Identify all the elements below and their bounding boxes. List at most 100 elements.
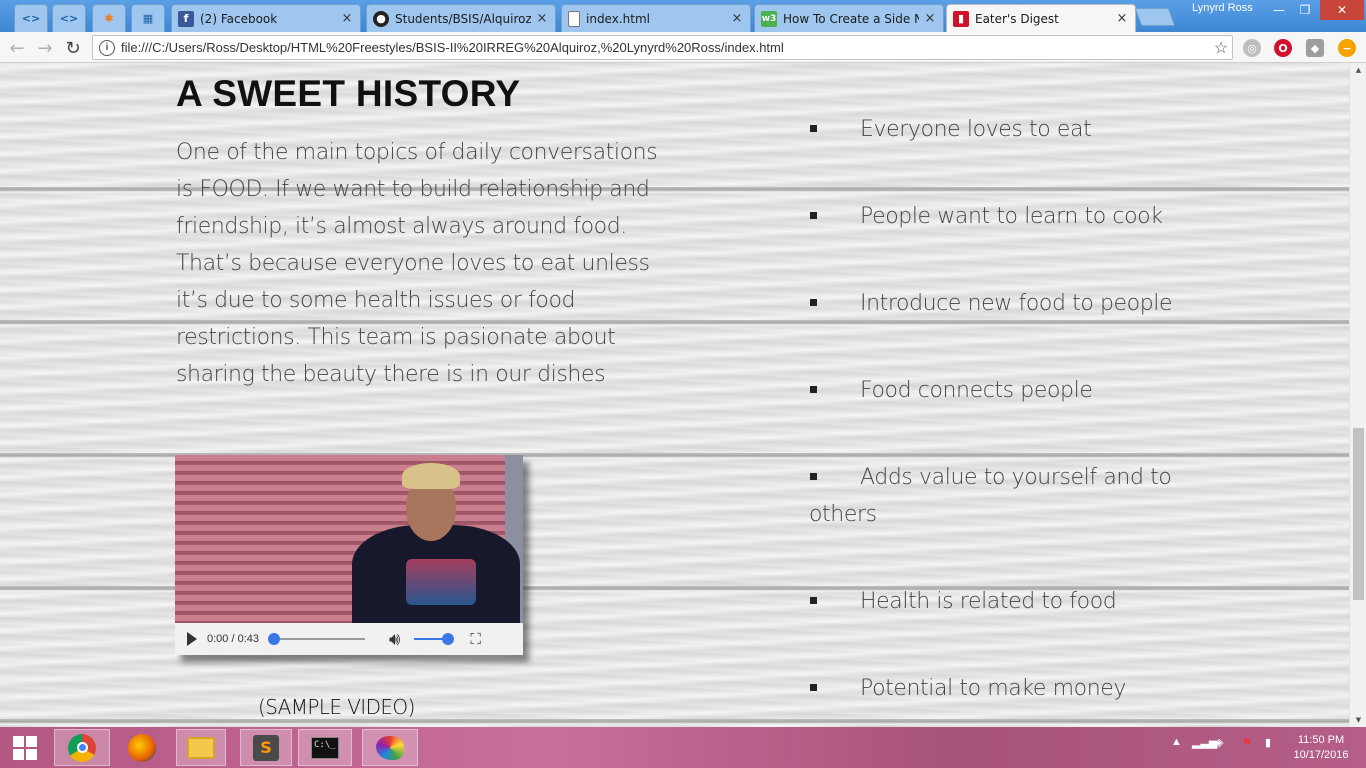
taskbar-firefox[interactable] — [120, 729, 164, 766]
grid-icon: ▦ — [142, 12, 154, 25]
scroll-up-icon[interactable]: ▲ — [1350, 63, 1366, 77]
extension-box-icon[interactable]: ◆ — [1306, 39, 1324, 57]
tab-close-icon[interactable]: × — [1115, 11, 1129, 26]
play-icon[interactable] — [187, 632, 197, 646]
list-item-text: Food connects people — [860, 378, 1093, 403]
video-person-shirt-print — [406, 559, 476, 605]
bullet-icon — [810, 298, 817, 306]
list-item-text: Everyone loves to eat — [860, 117, 1092, 142]
section-heading: A SWEET HISTORY — [176, 73, 521, 114]
video-frame[interactable] — [175, 455, 523, 623]
reload-icon[interactable]: ↻ — [62, 37, 84, 59]
taskbar-chrome[interactable] — [54, 729, 110, 766]
bullet-icon — [810, 472, 817, 480]
sample-video-player[interactable]: 0:00 / 0:43 🔊︎ ⛶ — [175, 455, 523, 655]
volume-slider[interactable] — [414, 633, 455, 645]
extension-gray-icon[interactable]: ◎ — [1243, 39, 1261, 57]
browser-toolbar: ← → ↻ i file:///C:/Users/Ross/Desktop/HT… — [0, 32, 1366, 63]
list-item-text: Introduce new food to people — [860, 291, 1173, 316]
video-caption: (SAMPLE VIDEO) — [258, 695, 415, 719]
signal-icon[interactable]: ▂▃▅ — [1192, 736, 1217, 749]
taskbar-sublime[interactable]: S — [240, 729, 292, 766]
forward-arrow-icon[interactable]: → — [34, 37, 56, 59]
firefox-icon — [128, 733, 156, 762]
tab-index-html[interactable]: index.html × — [561, 4, 751, 32]
code-icon: <> — [59, 12, 79, 25]
close-window-icon[interactable]: ✕ — [1320, 0, 1364, 20]
list-item: People want to learn to cook — [809, 198, 1189, 235]
tab-close-icon[interactable]: × — [730, 11, 744, 26]
list-item-text: Potential to make money — [860, 676, 1127, 701]
tab-strip: <> <> ✱ ▦ f (2) Facebook × ● Students/BS… — [0, 0, 1366, 32]
bookmark-star-icon[interactable]: ☆ — [1210, 38, 1232, 58]
list-item: Potential to make money — [809, 670, 1189, 707]
bullet-icon — [810, 211, 817, 219]
system-clock[interactable]: 11:50 PM 10/17/2016 — [1290, 733, 1352, 763]
tab-facebook[interactable]: f (2) Facebook × — [171, 4, 361, 32]
tab-w3schools[interactable]: w3 How To Create a Side Na × — [754, 4, 944, 32]
address-bar[interactable]: i file:///C:/Users/Ross/Desktop/HTML%20F… — [92, 35, 1233, 60]
tab-close-icon[interactable]: × — [535, 11, 549, 26]
fullscreen-icon[interactable]: ⛶ — [470, 631, 481, 648]
list-item: Food connects people — [809, 372, 1189, 409]
tab-pinned-3[interactable]: ✱ — [92, 4, 126, 32]
sublime-text-icon: S — [253, 734, 279, 761]
flag-icon[interactable]: ⚑ — [1242, 736, 1252, 749]
tab-label: (2) Facebook — [200, 11, 278, 26]
back-arrow-icon[interactable]: ← — [6, 37, 28, 59]
taskbar-paint[interactable] — [362, 729, 418, 766]
volume-knob[interactable] — [442, 633, 455, 645]
tab-eaters-digest[interactable]: ▮ Eater's Digest × — [946, 4, 1136, 32]
restore-icon[interactable]: ❐ — [1292, 0, 1318, 20]
opera-icon[interactable]: O — [1274, 39, 1292, 57]
battery-icon[interactable]: ▮ — [1265, 736, 1271, 749]
list-item: Adds value to yourself and to others — [809, 459, 1189, 533]
list-item-text: Health is related to food — [860, 589, 1117, 614]
taskbar: S C:\_ — [0, 727, 1366, 768]
volume-icon[interactable]: 🔊︎ — [389, 629, 400, 650]
taskbar-cmd[interactable]: C:\_ — [298, 729, 352, 766]
bullet-icon — [810, 124, 817, 132]
tab-close-icon[interactable]: × — [923, 11, 937, 26]
video-person-hair — [402, 463, 460, 489]
chrome-icon — [68, 733, 96, 762]
tab-pinned-4[interactable]: ▦ — [131, 4, 165, 32]
tab-pinned-1[interactable]: <> — [14, 4, 48, 32]
vertical-scrollbar[interactable]: ▲ ▼ — [1349, 63, 1366, 727]
scroll-down-icon[interactable]: ▼ — [1350, 713, 1366, 727]
show-hidden-icons[interactable]: ▲ — [1171, 736, 1182, 748]
tab-github[interactable]: ● Students/BSIS/Alquiroz-I × — [366, 4, 556, 32]
taskbar-file-explorer[interactable] — [176, 729, 226, 766]
new-tab-button[interactable] — [1134, 8, 1176, 26]
seek-knob[interactable] — [268, 633, 280, 645]
network-icon[interactable]: ◈ — [1215, 736, 1223, 749]
github-icon: ● — [373, 10, 389, 27]
info-icon[interactable]: i — [99, 39, 115, 56]
file-explorer-icon — [187, 736, 215, 759]
tab-pinned-2[interactable]: <> — [52, 4, 86, 32]
bullet-icon — [810, 596, 817, 604]
page-viewport: A SWEET HISTORY One of the main topics o… — [0, 63, 1349, 727]
video-time: 0:00 / 0:43 — [207, 633, 259, 645]
list-item-text: Adds value to yourself and to others — [809, 465, 1172, 527]
tab-label: Eater's Digest — [975, 11, 1059, 26]
minimize-icon[interactable]: — — [1266, 0, 1292, 20]
tab-label: Students/BSIS/Alquiroz-I — [395, 11, 531, 26]
reasons-list: Everyone loves to eat People want to lea… — [809, 111, 1189, 727]
bullet-icon — [810, 683, 817, 691]
start-button[interactable] — [4, 729, 46, 766]
clock-date: 10/17/2016 — [1293, 749, 1349, 761]
address-url[interactable]: file:///C:/Users/Ross/Desktop/HTML%20Fre… — [121, 40, 1210, 55]
code-icon: <> — [21, 12, 41, 25]
tab-close-icon[interactable]: × — [340, 11, 354, 26]
bullet-icon — [810, 385, 817, 393]
history-paragraph: One of the main topics of daily conversa… — [176, 140, 658, 387]
video-seek-bar[interactable] — [268, 633, 365, 645]
tab-label: index.html — [586, 11, 650, 26]
scrollbar-thumb[interactable] — [1353, 428, 1364, 600]
menu-icon[interactable]: − — [1338, 39, 1356, 57]
w3schools-icon: w3 — [761, 10, 777, 27]
profile-name[interactable]: Lynyrd Ross — [1192, 2, 1253, 14]
list-item: Everyone loves to eat — [809, 111, 1189, 148]
avast-icon: ✱ — [104, 12, 114, 25]
